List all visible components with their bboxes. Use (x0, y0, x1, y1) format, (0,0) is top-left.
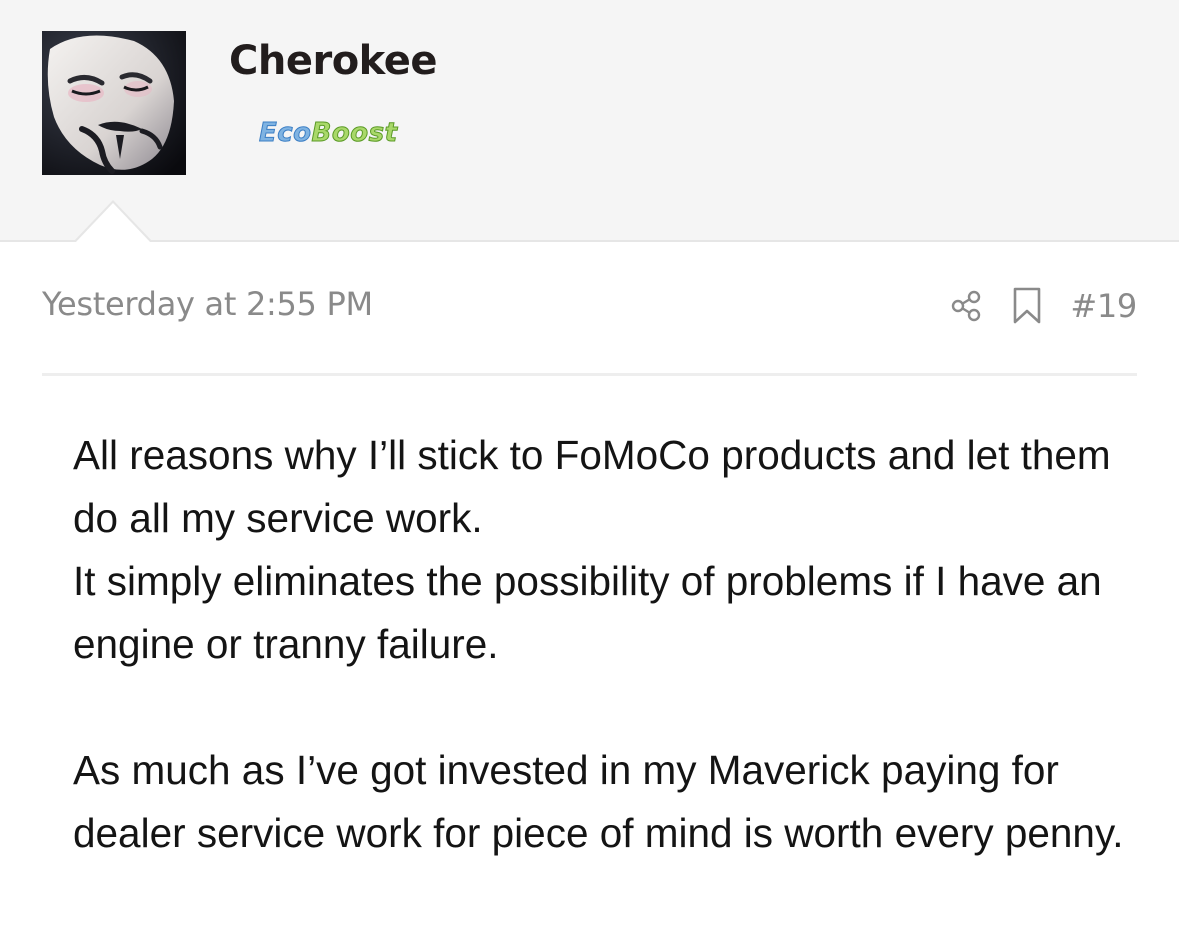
user-avatar[interactable] (42, 31, 186, 175)
badge-part-boost: Boost (311, 118, 398, 149)
post-meta: Yesterday at 2:55 PM #19 (42, 280, 1137, 336)
post-number-link[interactable]: #19 (1070, 287, 1137, 325)
share-icon[interactable] (950, 289, 984, 323)
post-paragraph: As much as I’ve got invested in my Maver… (73, 747, 1124, 856)
message-caret (73, 200, 153, 243)
post-date[interactable]: Yesterday at 2:55 PM (42, 285, 373, 323)
badge-part-eco: Eco (259, 118, 312, 149)
post-paragraph: All reasons why I’ll stick to FoMoCo pro… (73, 432, 1111, 541)
post-actions: #19 (950, 286, 1137, 326)
user-header: Cherokee Eco Boost (0, 0, 1179, 242)
post-body: All reasons why I’ll stick to FoMoCo pro… (73, 424, 1133, 865)
username[interactable]: Cherokee (229, 36, 437, 86)
user-badge: Eco Boost (259, 114, 398, 149)
mask-avatar-icon (42, 31, 186, 175)
meta-divider (42, 373, 1137, 376)
bookmark-icon[interactable] (1012, 287, 1042, 325)
post-paragraph: It simply eliminates the possibility of … (73, 558, 1102, 667)
